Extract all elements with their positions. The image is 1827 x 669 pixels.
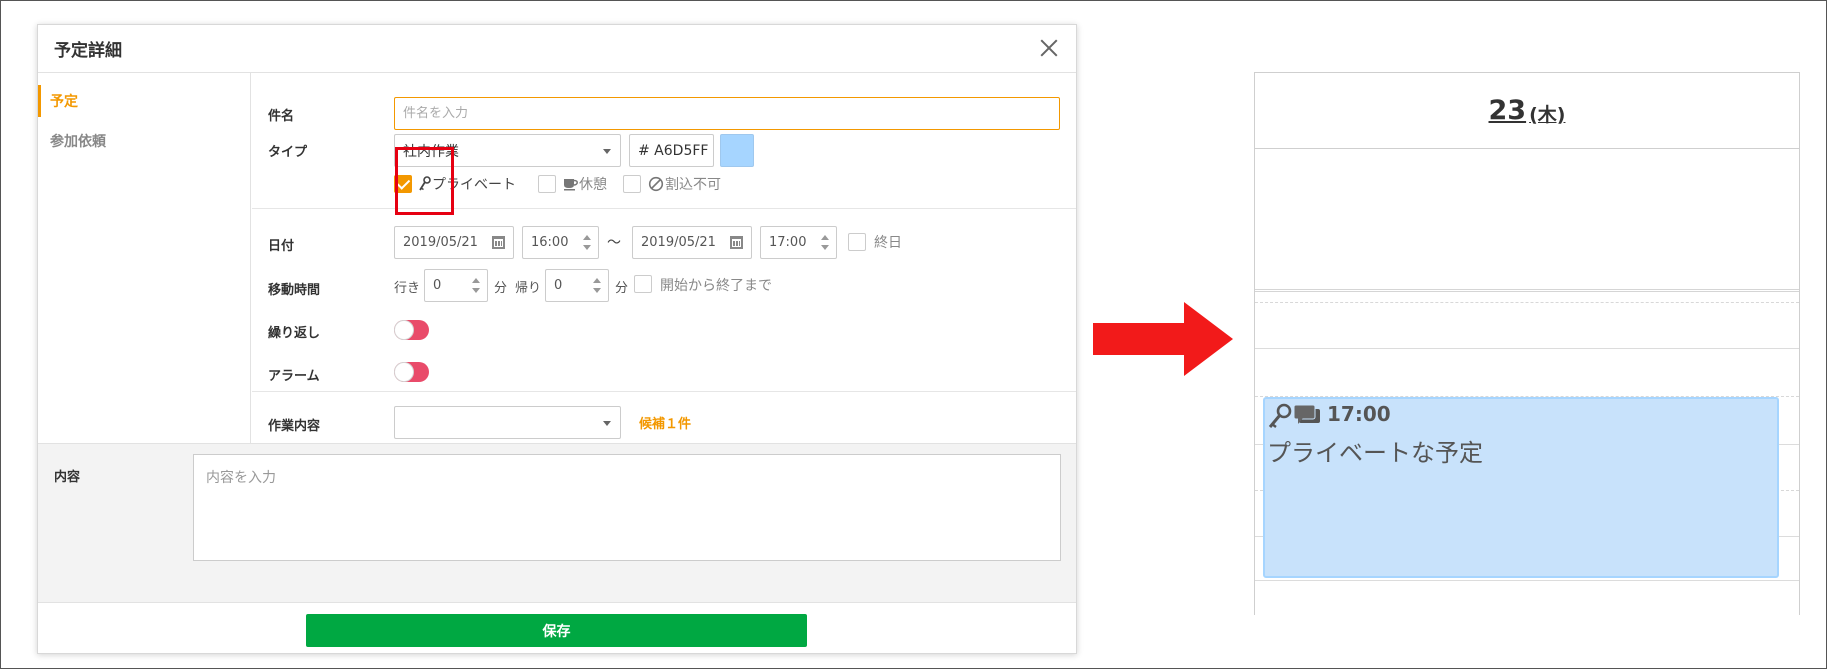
time-gridline (1255, 302, 1799, 303)
event-time: 17:00 (1327, 402, 1391, 426)
chevron-down-icon (603, 149, 611, 154)
go-unit: 分 (494, 281, 508, 296)
event-icons (1268, 403, 1320, 428)
chat-icon (1293, 404, 1320, 424)
schedule-form: 件名 タイプ 社内作業 # A6D5FF プライベート (252, 73, 1076, 443)
chevron-down-icon (603, 421, 611, 426)
annotation-highlight-box (395, 147, 454, 215)
tab-schedule[interactable]: 予定 (38, 85, 250, 117)
break-checkbox[interactable] (538, 175, 556, 193)
spinner-icon[interactable] (820, 233, 830, 253)
date-separator: ～ (607, 235, 621, 251)
return-unit: 分 (615, 281, 629, 296)
color-code-input[interactable]: # A6D5FF (629, 134, 714, 167)
start-time-input[interactable]: 16:00 (522, 226, 599, 259)
subject-label: 件名 (268, 109, 295, 124)
save-button[interactable]: 保存 (306, 614, 807, 647)
calendar-icon (730, 236, 743, 249)
break-label: 休憩 (579, 177, 607, 193)
alarm-toggle[interactable] (394, 362, 429, 382)
time-gridline (1255, 348, 1799, 349)
spinner-icon[interactable] (582, 233, 592, 253)
start-date-input[interactable]: 2019/05/21 (394, 226, 514, 259)
spinner-icon[interactable] (471, 276, 481, 296)
calendar-icon (492, 236, 505, 249)
all-day-checkbox[interactable] (848, 233, 866, 251)
start-to-end-label: 開始から終了まで (660, 278, 772, 294)
color-code-value: # A6D5FF (638, 142, 709, 159)
calendar-event[interactable]: 17:00 プライベートな予定 (1263, 397, 1779, 578)
time-gridline (1255, 580, 1799, 581)
calendar-day-header[interactable]: 23 (木) (1255, 72, 1799, 149)
divider (252, 391, 1076, 392)
schedule-detail-dialog: 予定詳細 予定 参加依頼 件名 タイプ 社内作業 # A6D5FF (37, 24, 1077, 654)
close-icon[interactable] (1036, 35, 1062, 61)
no-entry-icon (648, 176, 664, 192)
tab-participation-request[interactable]: 参加依頼 (38, 121, 250, 161)
arrow-right-icon (1093, 302, 1233, 376)
end-time-value: 17:00 (769, 235, 807, 250)
travel-time-label: 移動時間 (268, 283, 321, 298)
go-minutes-value: 0 (433, 278, 442, 293)
dialog-body: 予定 参加依頼 件名 タイプ 社内作業 # A6D5FF (38, 73, 1076, 443)
repeat-label: 繰り返し (268, 326, 321, 341)
end-date-input[interactable]: 2019/05/21 (632, 226, 752, 259)
end-time-input[interactable]: 17:00 (760, 226, 837, 259)
subject-input-wrapper (394, 97, 1060, 130)
type-label: タイプ (268, 145, 308, 160)
candidates-link[interactable]: 候補１件 (639, 413, 691, 432)
color-swatch[interactable] (720, 134, 754, 167)
end-date-value: 2019/05/21 (641, 235, 716, 250)
day-weekday: (木) (1529, 104, 1566, 126)
work-content-label: 作業内容 (268, 419, 321, 434)
content-label: 内容 (54, 470, 81, 485)
date-label: 日付 (268, 239, 295, 254)
key-icon (1268, 403, 1292, 428)
go-label: 行き (394, 281, 421, 296)
return-minutes-value: 0 (554, 278, 563, 293)
day-number: 23 (1488, 95, 1527, 126)
repeat-toggle[interactable] (394, 320, 429, 340)
work-content-select[interactable] (394, 406, 621, 439)
calendar-day-column: 23 (木) 17:00 プライベートな予定 (1254, 72, 1800, 615)
all-day-label: 終日 (874, 235, 902, 251)
start-time-value: 16:00 (531, 235, 569, 250)
start-to-end-checkbox[interactable] (634, 275, 652, 293)
no-interrupt-label: 割込不可 (665, 177, 721, 193)
alarm-label: アラーム (268, 369, 320, 384)
coffee-icon (564, 179, 578, 191)
no-interrupt-checkbox[interactable] (623, 175, 641, 193)
dialog-header: 予定詳細 (38, 25, 1076, 73)
divider (252, 208, 1076, 209)
subject-input[interactable] (403, 106, 1059, 121)
dialog-title: 予定詳細 (54, 41, 122, 61)
go-minutes-input[interactable]: 0 (424, 269, 488, 302)
all-day-area[interactable] (1255, 149, 1799, 292)
return-minutes-input[interactable]: 0 (545, 269, 609, 302)
start-date-value: 2019/05/21 (403, 235, 478, 250)
content-section: 内容 (38, 443, 1076, 603)
return-label: 帰り (515, 281, 542, 296)
event-title: プライベートな予定 (1267, 439, 1483, 467)
dialog-sidebar: 予定 参加依頼 (38, 73, 251, 443)
content-textarea[interactable] (193, 454, 1061, 561)
spinner-icon[interactable] (592, 276, 602, 296)
